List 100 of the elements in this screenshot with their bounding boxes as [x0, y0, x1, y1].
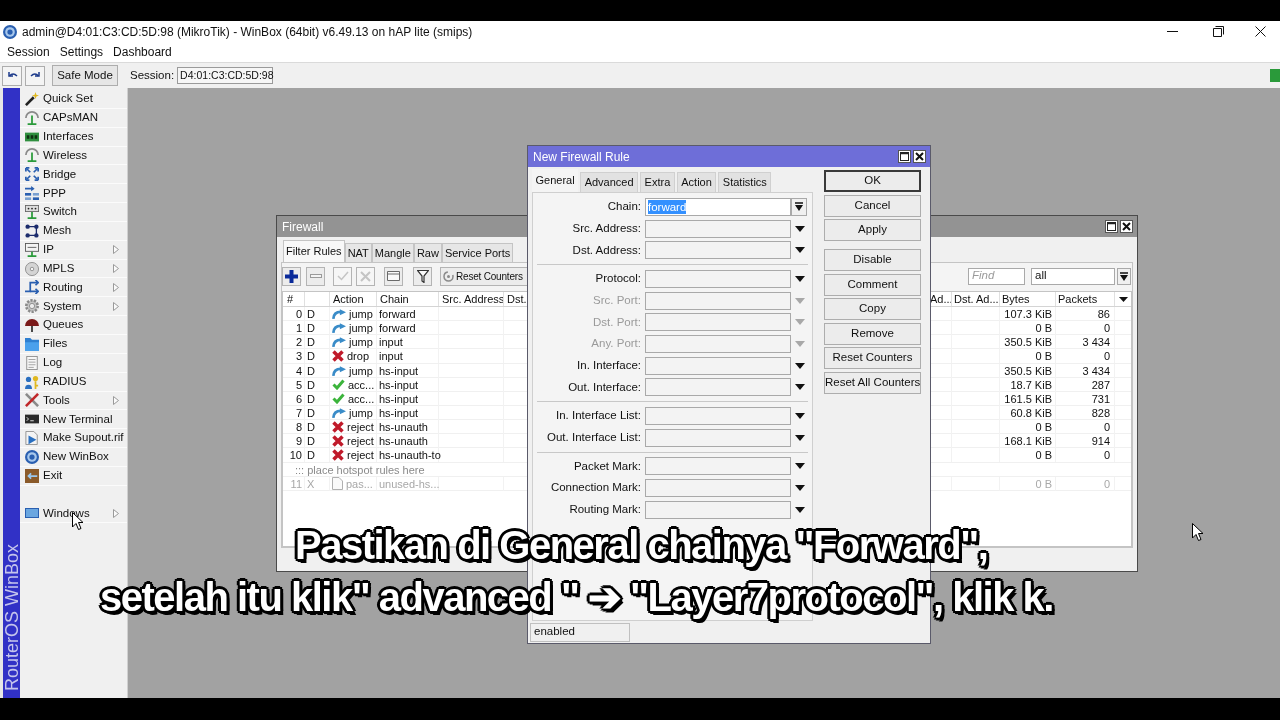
- tab[interactable]: Statistics: [718, 172, 772, 192]
- sidebar-item[interactable]: Exit: [20, 466, 127, 486]
- tab[interactable]: Advanced: [580, 172, 639, 192]
- find-field[interactable]: Find: [968, 267, 1025, 285]
- input-field[interactable]: [645, 356, 791, 375]
- dialog-button[interactable]: Cancel: [824, 194, 921, 217]
- menu-item[interactable]: Session: [2, 43, 55, 61]
- dialog-button[interactable]: Remove: [824, 322, 921, 345]
- filter-field[interactable]: all: [1031, 267, 1115, 285]
- combo-button[interactable]: [791, 197, 807, 216]
- close-button[interactable]: [913, 150, 926, 163]
- sidebar-item[interactable]: Wireless: [20, 146, 127, 166]
- rule-status-label: D: [307, 406, 315, 420]
- remove-button[interactable]: [306, 266, 325, 286]
- column-header[interactable]: Bytes: [1000, 292, 1056, 306]
- dropdown-arrow-icon[interactable]: [795, 485, 805, 492]
- dropdown-arrow-icon[interactable]: [795, 413, 805, 420]
- sidebar-item[interactable]: Routing: [20, 278, 127, 298]
- input-field[interactable]: [645, 269, 791, 288]
- sidebar-item[interactable]: Interfaces: [20, 127, 127, 147]
- dropdown-arrow-icon[interactable]: [795, 384, 805, 391]
- tab[interactable]: Filter Rules: [283, 240, 345, 262]
- dropdown-arrow-icon[interactable]: [795, 463, 805, 470]
- input-field[interactable]: [645, 241, 791, 260]
- sidebar-item[interactable]: Bridge: [20, 165, 127, 185]
- input-field[interactable]: [645, 407, 791, 426]
- input-field[interactable]: [645, 479, 791, 498]
- dropdown-arrow-icon[interactable]: [795, 247, 805, 254]
- sidebar-item[interactable]: Log: [20, 353, 127, 373]
- sidebar-item[interactable]: Files: [20, 334, 127, 354]
- input-field[interactable]: [645, 313, 791, 332]
- action-label: jump: [349, 406, 373, 420]
- packet-count: 0: [1103, 448, 1110, 463]
- sidebar-item[interactable]: Make Supout.rif: [20, 429, 127, 449]
- column-header[interactable]: Action: [330, 292, 377, 306]
- column-header[interactable]: Packets: [1056, 292, 1115, 306]
- byte-count: 0 B: [1035, 476, 1052, 491]
- column-header[interactable]: #: [283, 292, 305, 306]
- menu-item[interactable]: Dashboard: [108, 43, 177, 61]
- input-field[interactable]: [645, 219, 791, 238]
- add-button[interactable]: [282, 266, 301, 286]
- column-header[interactable]: Src. Address: [439, 292, 504, 306]
- sidebar-item[interactable]: Quick Set: [20, 90, 127, 109]
- input-field[interactable]: [645, 500, 791, 519]
- sidebar-item[interactable]: Switch: [20, 203, 127, 222]
- comment-button[interactable]: [384, 266, 403, 286]
- sidebar-item[interactable]: New Terminal: [20, 410, 127, 430]
- column-header[interactable]: Dst. Ad...: [952, 292, 1000, 306]
- maximize-button[interactable]: [898, 150, 911, 163]
- dropdown-arrow-icon[interactable]: [795, 225, 805, 232]
- filter-button[interactable]: [413, 266, 432, 286]
- close-button[interactable]: [1120, 220, 1133, 233]
- input-field[interactable]: [645, 334, 791, 353]
- dialog-button[interactable]: Comment: [824, 273, 921, 296]
- dialog-button[interactable]: Reset All Counters: [824, 371, 921, 394]
- sidebar-item[interactable]: Mesh: [20, 221, 127, 241]
- sidebar-item[interactable]: New WinBox: [20, 448, 127, 467]
- sidebar-item[interactable]: CAPsMAN: [20, 108, 127, 128]
- redo-button[interactable]: [25, 65, 45, 86]
- undo-button[interactable]: [2, 65, 22, 86]
- sidebar-item[interactable]: System: [20, 297, 127, 317]
- dialog-button[interactable]: OK: [824, 170, 921, 192]
- action-label: reject: [347, 420, 374, 435]
- dropdown-arrow-icon[interactable]: [795, 275, 805, 282]
- tab[interactable]: Raw: [413, 243, 442, 262]
- minus-icon: [309, 274, 322, 278]
- session-field[interactable]: D4:01:C3:CD:5D:98: [177, 67, 274, 84]
- tab[interactable]: Action: [676, 172, 717, 192]
- dropdown-arrow-icon[interactable]: [795, 434, 805, 441]
- sidebar-item[interactable]: MPLS: [20, 259, 127, 279]
- tab[interactable]: NAT: [344, 243, 372, 262]
- tab[interactable]: Service Ports: [441, 243, 514, 262]
- sidebar-item[interactable]: Queues: [20, 316, 127, 335]
- combo-button[interactable]: [1117, 267, 1131, 285]
- menu-item[interactable]: Settings: [54, 43, 109, 61]
- input-field[interactable]: [645, 457, 791, 476]
- sidebar-item[interactable]: PPP: [20, 184, 127, 204]
- input-field[interactable]: [645, 291, 791, 310]
- tab[interactable]: Mangle: [371, 243, 414, 262]
- column-header[interactable]: Chain: [377, 292, 439, 306]
- tab[interactable]: General: [532, 169, 579, 192]
- maximize-button[interactable]: [1105, 220, 1118, 233]
- dropdown-arrow-icon[interactable]: [795, 362, 805, 369]
- packet-count: 914: [1091, 434, 1110, 449]
- dialog-button[interactable]: Reset Counters: [824, 347, 921, 369]
- input-field[interactable]: [645, 378, 791, 397]
- dialog-button[interactable]: Copy: [824, 298, 921, 320]
- input-field[interactable]: [645, 428, 791, 447]
- sidebar-item[interactable]: IP: [20, 240, 127, 260]
- dialog-button[interactable]: Disable: [824, 249, 921, 271]
- column-menu-icon[interactable]: [1118, 296, 1128, 302]
- rule-status-label: X: [307, 476, 315, 491]
- folder-icon: [25, 336, 39, 351]
- safe-mode-button[interactable]: Safe Mode: [52, 65, 118, 86]
- sidebar-item[interactable]: Tools: [20, 391, 127, 411]
- dialog-button[interactable]: Apply: [824, 219, 921, 241]
- tab[interactable]: Extra: [640, 172, 675, 192]
- sidebar-item[interactable]: RADIUS: [20, 372, 127, 392]
- dropdown-arrow-icon[interactable]: [795, 506, 805, 513]
- brand-label: RouterOS WinBox: [3, 543, 20, 691]
